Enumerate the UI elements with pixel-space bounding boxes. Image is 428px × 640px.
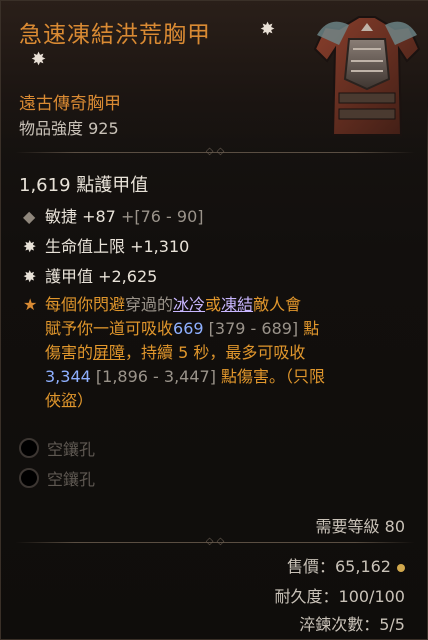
- affix-dexterity: ◆ 敏捷 +87 +[76 - 90]: [23, 207, 204, 226]
- temper-count: 淬鍊次數：5/5: [299, 615, 405, 634]
- legendary-power: ★ 每個你閃避穿過的冰冷或凍結敵人會 賦予你一道可吸收669 [379 - 689…: [23, 295, 326, 410]
- durability: 耐久度：100/100: [274, 587, 405, 606]
- gem-socket-icon[interactable]: [19, 438, 39, 458]
- level-requirement: 需要等級 80: [315, 517, 405, 536]
- chest-armor-icon: [313, 16, 421, 136]
- affix-star-icon: ✸: [23, 267, 37, 286]
- affix-armor: ✸ 護甲值 +2,625: [23, 267, 158, 286]
- item-name: 急速凍結洪荒胸甲: [19, 22, 211, 48]
- gold-coin-icon: [397, 563, 405, 572]
- socket-label: 空鑲孔: [47, 470, 96, 489]
- legendary-affix-icon: ★: [23, 295, 38, 314]
- item-power: 物品強度 925: [19, 119, 119, 138]
- divider: ◇ ◇: [15, 537, 415, 547]
- divider: ◇ ◇: [15, 147, 415, 157]
- gem-socket-icon[interactable]: [19, 468, 39, 488]
- affix-star-icon: ✸: [23, 237, 37, 256]
- sell-price: 售價：65,162: [287, 553, 405, 577]
- item-tooltip: 急速凍結洪荒胸甲 ✸ ✸ 遠古傳奇胸甲 物品強度 925 ◇ ◇ 1,619 點…: [0, 0, 428, 640]
- armor-value: 1,619 點護甲值: [19, 175, 149, 196]
- socket-label: 空鑲孔: [47, 440, 96, 459]
- affix-max-life: ✸ 生命值上限 +1,310: [23, 237, 190, 256]
- legendary-star-icon: ✸: [31, 49, 47, 70]
- item-rarity-type: 遠古傳奇胸甲: [19, 94, 121, 114]
- legendary-star-icon: ✸: [260, 19, 276, 40]
- affix-diamond-icon: ◆: [23, 207, 36, 226]
